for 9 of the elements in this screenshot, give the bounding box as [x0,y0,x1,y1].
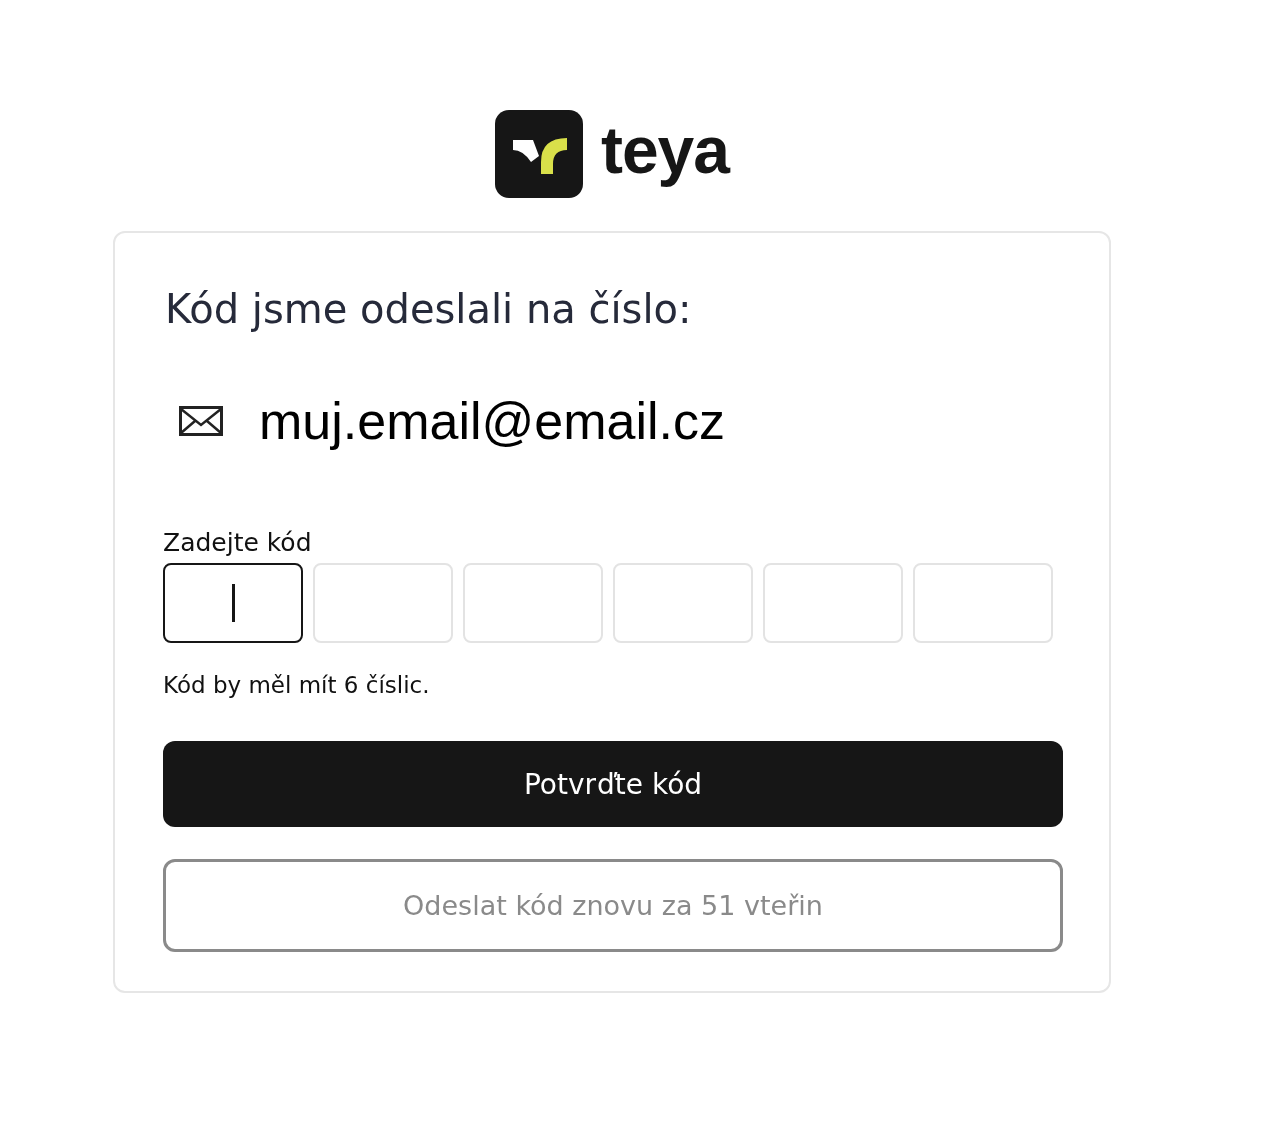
heading: Kód jsme odeslali na číslo: [164,285,693,334]
email-address: muj.email@email.cz [259,391,725,452]
code-digit-field[interactable] [163,563,303,643]
field-label: Zadejte kód [163,527,313,559]
logo-icon [494,110,583,198]
text-cursor [231,584,235,622]
envelope-icon [179,406,223,436]
hint-text: Kód by měl mít 6 číslic. [163,671,431,700]
confirm-button[interactable]: Potvrďte kód [163,741,1063,827]
